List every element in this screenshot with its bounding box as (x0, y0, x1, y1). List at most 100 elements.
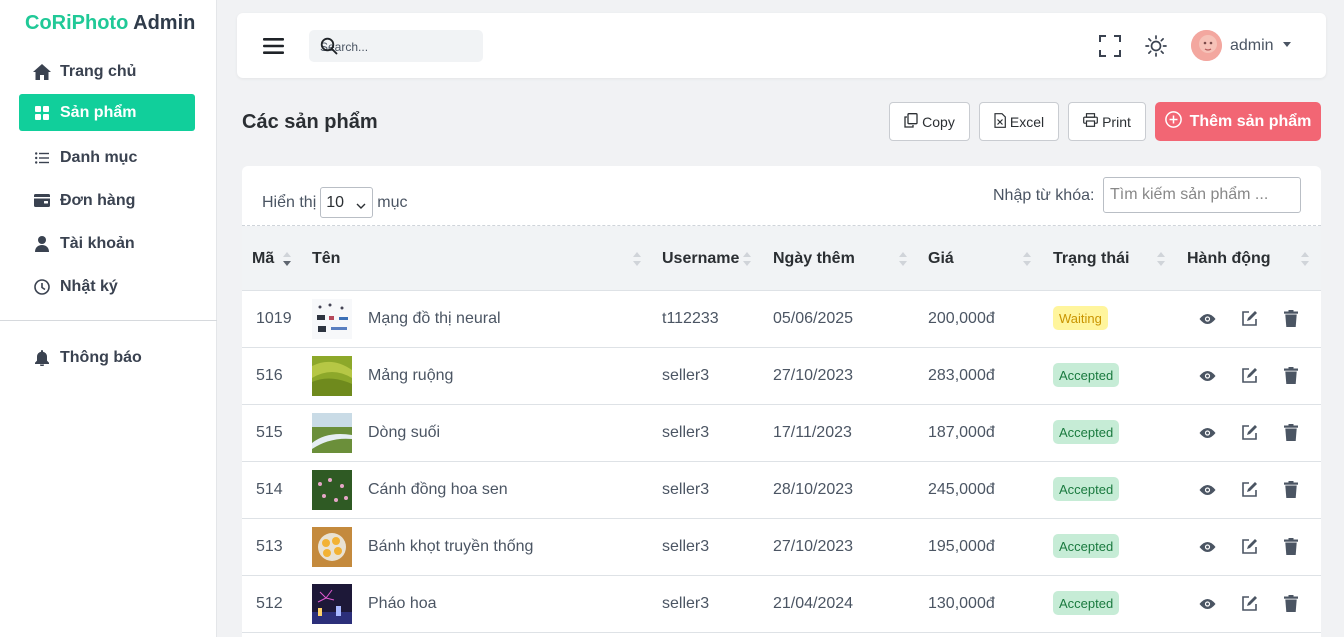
edit-icon[interactable] (1241, 481, 1259, 499)
page-size-value: 10 (326, 193, 345, 211)
sidebar-item-logs[interactable]: Nhật ký (19, 268, 195, 305)
sidebar-divider (0, 320, 217, 321)
sidebar-item-label: Nhật ký (60, 277, 118, 295)
edit-icon[interactable] (1241, 367, 1259, 385)
product-username: seller3 (662, 481, 710, 498)
status-badge: Accepted (1053, 363, 1120, 387)
bell-icon (33, 349, 51, 367)
view-icon[interactable] (1199, 540, 1217, 558)
product-id: 513 (256, 538, 283, 555)
product-name: Mạng đồ thị neural (368, 310, 501, 327)
theme-toggle-icon[interactable] (1145, 35, 1167, 62)
view-icon[interactable] (1199, 597, 1217, 615)
sidebar: CoRiPhoto Admin Trang chủ Sản phẩm Danh … (0, 0, 217, 637)
product-date: 17/11/2023 (773, 424, 852, 441)
page-size-select[interactable]: 10 (320, 187, 374, 218)
product-name: Dòng suối (368, 424, 441, 441)
product-date: 27/10/2023 (773, 367, 854, 384)
delete-icon[interactable] (1284, 481, 1302, 499)
product-username: seller3 (662, 367, 710, 384)
status-badge: Accepted (1053, 477, 1120, 501)
username-label[interactable]: admin (1230, 37, 1274, 55)
search-input[interactable]: Search... (309, 30, 483, 62)
grid-icon (33, 104, 51, 122)
column-header-status[interactable]: Trạng thái (1053, 250, 1129, 268)
user-icon (33, 235, 51, 253)
sort-desc-icon[interactable] (282, 251, 291, 267)
chevron-down-icon[interactable] (1283, 42, 1291, 47)
products-table-card: Hiển thị 10 mục Nhập từ khóa: Tìm kiếm s… (242, 166, 1321, 637)
table-header: Mã Tên Username Ngày thêm Giá Trạng thái… (242, 226, 1321, 291)
product-thumbnail[interactable] (312, 470, 352, 510)
edit-icon[interactable] (1241, 424, 1259, 442)
printer-icon (1083, 113, 1098, 130)
delete-icon[interactable] (1284, 367, 1302, 385)
product-search-input[interactable]: Tìm kiếm sản phẩm ... (1103, 177, 1301, 213)
product-id: 514 (256, 481, 283, 498)
sidebar-item-products[interactable]: Sản phẩm (19, 94, 195, 131)
view-icon[interactable] (1199, 312, 1217, 330)
sidebar-item-orders[interactable]: Đơn hàng (19, 182, 195, 219)
status-badge: Accepted (1053, 534, 1120, 558)
print-button[interactable]: Print (1068, 102, 1146, 141)
column-header-date-added[interactable]: Ngày thêm (773, 250, 855, 268)
fullscreen-icon[interactable] (1099, 35, 1121, 62)
view-icon[interactable] (1199, 483, 1217, 501)
delete-icon[interactable] (1284, 424, 1302, 442)
product-thumbnail[interactable] (312, 527, 352, 567)
view-icon[interactable] (1199, 426, 1217, 444)
edit-icon[interactable] (1241, 310, 1259, 328)
home-icon (33, 63, 51, 81)
product-thumbnail[interactable] (312, 584, 352, 624)
sidebar-item-home[interactable]: Trang chủ (19, 53, 195, 90)
product-date: 05/06/2025 (773, 310, 854, 327)
product-username: seller3 (662, 424, 710, 441)
delete-icon[interactable] (1284, 538, 1302, 556)
edit-icon[interactable] (1241, 595, 1259, 613)
delete-icon[interactable] (1284, 310, 1302, 328)
add-product-button[interactable]: Thêm sản phẩm (1155, 102, 1321, 141)
column-header-username[interactable]: Username (662, 250, 739, 268)
column-header-price[interactable]: Giá (928, 250, 954, 268)
product-name: Pháo hoa (368, 595, 437, 612)
sort-icon[interactable] (1022, 251, 1031, 267)
status-badge: Accepted (1053, 420, 1120, 444)
product-price: 245,000đ (928, 481, 995, 498)
sort-icon[interactable] (742, 251, 751, 267)
view-icon[interactable] (1199, 369, 1217, 387)
table-row: 1019 Mạng đồ thị neural t112233 05/06/2025 2… (242, 291, 1321, 348)
excel-button[interactable]: Excel (979, 102, 1059, 141)
product-username: seller3 (662, 538, 710, 555)
sidebar-item-label: Danh mục (60, 148, 138, 166)
product-thumbnail[interactable] (312, 299, 352, 339)
sort-icon[interactable] (898, 251, 907, 267)
sidebar-item-accounts[interactable]: Tài khoản (19, 225, 195, 262)
copy-label: Copy (922, 113, 955, 130)
product-date: 28/10/2023 (773, 481, 854, 498)
search-icon[interactable] (320, 37, 473, 58)
sidebar-item-label: Tài khoản (60, 234, 135, 252)
product-thumbnail[interactable] (312, 356, 352, 396)
column-header-actions[interactable]: Hành động (1187, 250, 1271, 268)
avatar[interactable] (1191, 30, 1222, 61)
chevron-down-icon (356, 197, 366, 215)
brand-logo[interactable]: CoRiPhoto Admin (25, 12, 195, 35)
sort-icon[interactable] (1156, 251, 1165, 267)
column-header-id[interactable]: Mã (252, 250, 274, 268)
sidebar-item-notifications[interactable]: Thông báo (19, 339, 195, 376)
product-price: 283,000đ (928, 367, 995, 384)
product-username: t112233 (662, 310, 719, 327)
sidebar-item-categories[interactable]: Danh mục (19, 139, 195, 176)
sort-icon[interactable] (632, 251, 641, 267)
wallet-icon (33, 192, 51, 210)
brand-name-secondary: Admin (133, 12, 196, 34)
edit-icon[interactable] (1241, 538, 1259, 556)
column-header-name[interactable]: Tên (312, 250, 340, 268)
product-date: 21/04/2024 (773, 595, 854, 612)
product-price: 200,000đ (928, 310, 995, 327)
delete-icon[interactable] (1284, 595, 1302, 613)
sort-icon[interactable] (1300, 251, 1309, 267)
hamburger-menu-icon[interactable] (263, 37, 285, 55)
copy-button[interactable]: Copy (889, 102, 970, 141)
product-thumbnail[interactable] (312, 413, 352, 453)
